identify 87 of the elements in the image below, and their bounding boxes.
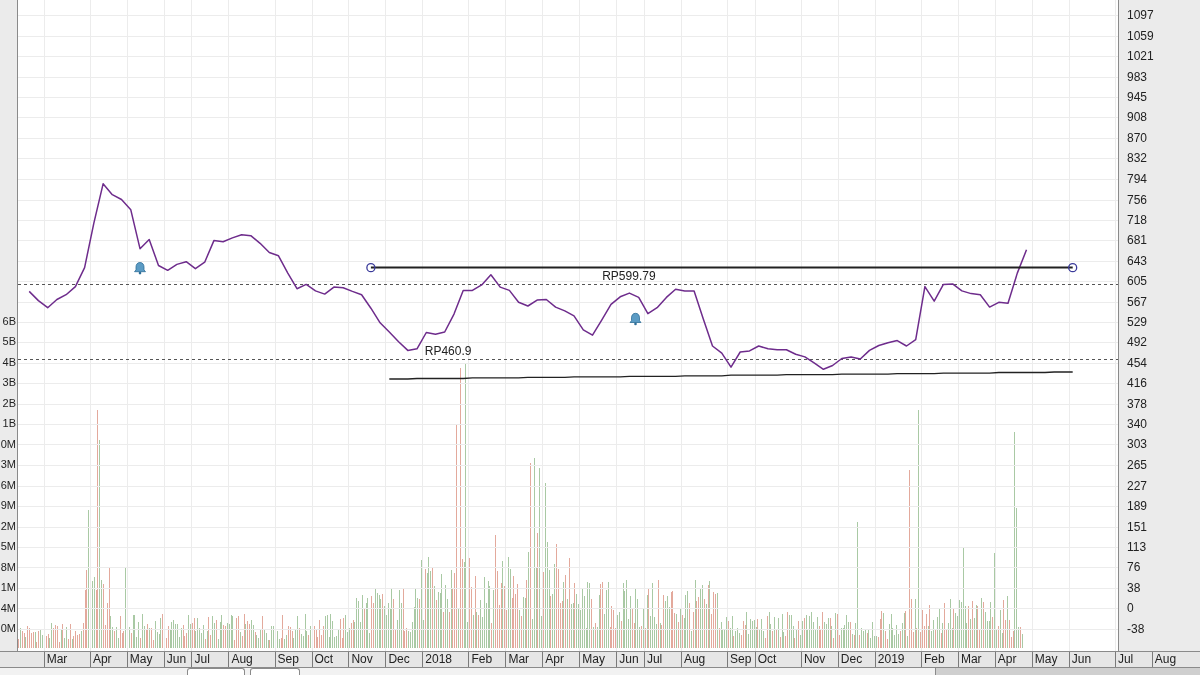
axis-label: 151 [1127,519,1148,534]
axis-label: 76 [1127,560,1141,575]
axis-label: 303 [1127,437,1148,452]
axis-label: Jul [1114,652,1134,667]
axis-label: 4M [0,600,17,616]
axis-label: May [126,652,153,667]
axis-label: 0M [0,621,17,637]
axis-label: Nov [800,652,826,667]
axis-label: 8M [0,559,17,575]
axis-label: Jun [163,652,187,667]
axis-label: Dec [837,652,863,667]
price-label: RP460.9 [424,344,472,358]
axis-label: 378 [1127,396,1148,411]
axis-label: Mar [957,652,982,667]
bell-icon[interactable] [629,312,642,326]
axis-label: 643 [1127,253,1148,268]
axis-label: Feb [468,652,493,667]
axis-label: Apr [994,652,1017,667]
axis-label: Jun [1068,652,1092,667]
axis-label: May [1031,652,1058,667]
axis-label: 1M [0,580,17,596]
axis-label: 870 [1127,130,1148,145]
axis-label: Apr [542,652,565,667]
axis-label: 492 [1127,335,1148,350]
bell-icon[interactable] [134,262,146,275]
axis-label: 1B [2,416,17,432]
axis-label: 416 [1127,376,1148,391]
axis-label: 4B [2,354,17,370]
axis-label: Mar [505,652,530,667]
axis-label: 2M [0,518,17,534]
sheet-tab[interactable] [250,668,300,675]
axis-label: Oct [754,652,777,667]
line-handle[interactable] [366,263,376,273]
axis-label: Nov [348,652,373,667]
axis-label: 605 [1127,274,1148,289]
axis-label: Feb [920,652,945,667]
axis-label: 908 [1127,110,1148,125]
axis-label: 6M [0,477,17,493]
axis-label: 756 [1127,192,1148,207]
axis-label: 529 [1127,315,1148,330]
axis-label: 681 [1127,233,1148,248]
axis-label: Aug [680,652,706,667]
axis-label: 3B [2,375,17,391]
axis-label: 1059 [1127,28,1154,43]
axis-label: 0M [0,436,17,452]
axis-label: Sep [274,652,299,667]
axis-label: 38 [1127,580,1141,595]
sheet-tab[interactable] [187,668,245,675]
axis-label: 983 [1127,69,1148,84]
trend-line[interactable] [388,371,1074,380]
price-label: RP599.79 [602,269,656,283]
axis-label: 794 [1127,171,1148,186]
scrollbar[interactable] [935,668,1200,675]
axis-label: Apr [89,652,112,667]
axis-label: -38 [1127,621,1145,636]
axis-label: 0 [1127,601,1134,616]
axis-label: 2019 [874,652,905,667]
axis-label: 832 [1127,151,1148,166]
axis-label: 9M [0,498,17,514]
axis-label: Dec [385,652,410,667]
axis-label: 1021 [1127,49,1154,64]
axis-label: 5B [2,334,17,350]
axis-label: Mar [43,652,68,667]
axis-label: Aug [228,652,253,667]
axis-label: 567 [1127,294,1148,309]
axis-label: Sep [727,652,752,667]
axis-label: 340 [1127,417,1148,432]
axis-label: Aug [1151,652,1177,667]
axis-label: 189 [1127,499,1148,514]
axis-label: 2B [2,395,17,411]
axis-label: May [579,652,605,667]
axis-label: 227 [1127,478,1148,493]
axis-label: Jul [191,652,210,667]
line-handle[interactable] [1068,263,1078,273]
axis-label: 5M [0,539,17,555]
axis-label: Jul [643,652,663,667]
axis-label: Jun [616,652,639,667]
axis-label: 3M [0,457,17,473]
axis-label: 1097 [1127,8,1154,23]
axis-label: 113 [1127,540,1147,555]
axis-label: Oct [311,652,334,667]
axis-label: 265 [1127,458,1148,472]
axis-label: 718 [1127,213,1148,228]
axis-label: 6B [2,313,17,329]
axis-label: 2018 [422,652,452,667]
axis-label: 454 [1127,355,1148,370]
axis-label: 945 [1127,90,1148,105]
